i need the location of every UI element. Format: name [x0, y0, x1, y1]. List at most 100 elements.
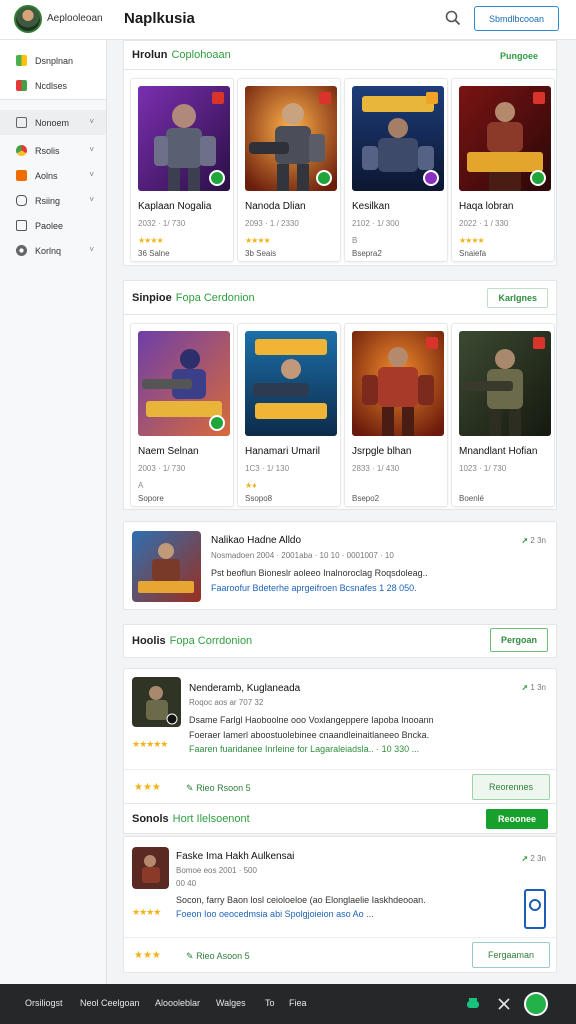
featured-game-item[interactable]: Faske Ima Hakh Aulkensai Bomoe eos 2001 … [123, 836, 557, 973]
featured-game-title: Faske Ima Hakh Aulkensai [176, 851, 295, 862]
game-footer: Bsepra2 [352, 249, 382, 258]
bottom-link[interactable]: Orsiliogst [25, 998, 63, 1008]
play-icon [209, 415, 225, 431]
featured-game-footer: ★★★ ✎ Rieo Rsoon 5 Reorennes [124, 769, 556, 807]
rating-stars: ★★★★ [138, 236, 164, 245]
game-meta: 2022 · 1 / 330 [459, 219, 509, 228]
section-more-button[interactable]: Pergoan [490, 628, 548, 652]
puzzle-icon [16, 80, 27, 91]
sidebar-item-rsiing[interactable]: Rsiing ˅ [0, 188, 106, 213]
badge-icon [212, 92, 224, 104]
game-grid: Kaplaan Nogalia 2032 · 1/ 730 ★★★★ 36 Sa… [123, 70, 557, 266]
game-meta: 1C3 · 1/ 130 [245, 464, 290, 473]
sidebar-item-korlnq[interactable]: Korlnq ˅ [0, 238, 106, 263]
section-title: Hoolis [132, 635, 166, 647]
refresh-icon[interactable] [524, 992, 548, 1016]
trend-value: 2 3n [530, 536, 546, 545]
game-grid: Naem Selnan 2003 · 1/ 730 A Sopore Hanam… [123, 314, 557, 510]
featured-game-link[interactable]: Faaren fuaridanee Inrleine for Lagaralei… [189, 744, 419, 754]
rating-stars: ★★★★★ [132, 739, 168, 749]
game-card[interactable]: Kaplaan Nogalia 2032 · 1/ 730 ★★★★ 36 Sa… [130, 78, 234, 262]
game-title: Haqa lobran [459, 201, 514, 212]
chevron-down-icon: ˅ [89, 245, 94, 254]
sidebar-item-rsolis[interactable]: Rsolis ˅ [0, 138, 106, 163]
game-card[interactable]: Haqa lobran 2022 · 1 / 330 ★★★★ Snaiefa [451, 78, 555, 262]
document-icon [16, 220, 27, 231]
game-meta: 2093 · 1 / 2330 [245, 219, 299, 228]
rating-stars: ★ ♦ [245, 481, 257, 490]
header-action-button[interactable]: Sbmdlbcooan [474, 6, 559, 31]
sidebar-item-nonoem[interactable]: Nonoem ˅ [0, 110, 106, 135]
footer-action-button[interactable]: Reorennes [472, 774, 550, 800]
bottom-bar: Orsiliogst Neol Ceelgoan Aloooleblar Wal… [0, 984, 576, 1024]
featured-game-thumbnail [132, 847, 169, 889]
sidebar-item-label: Nonoem [35, 117, 70, 128]
rating-stars: A [138, 481, 143, 490]
featured-game-item[interactable]: Nalikao Hadne Alldo Nosmadoen 2004 · 200… [123, 521, 557, 610]
section-more-button[interactable]: Pungoee [490, 46, 548, 66]
bottom-link[interactable]: To [265, 998, 275, 1008]
game-footer: Sopore [138, 494, 164, 503]
game-footer: Ssopo8 [245, 494, 273, 503]
trend-value: 1 3n [530, 683, 546, 692]
game-card[interactable]: Jsrpgle blhan 2833 · 1/ 430 Bsepo2 [344, 323, 448, 507]
footer-link[interactable]: ✎ Rieo Asoon 5 [186, 951, 250, 962]
featured-game-link[interactable]: Faaroofur Bdeterhe aprgeifroen Bcsnafes … [211, 583, 417, 593]
brand-title: Naplkusia [124, 10, 195, 27]
section-header: Sonols Hort Ilelsoenont Reoonee [123, 804, 557, 834]
game-card[interactable]: Nanoda Dlian 2093 · 1 / 2330 ★★★★ 3b Sea… [237, 78, 341, 262]
game-card[interactable]: Mnandlant Hofian 1023 · 1/ 730 Boenlé [451, 323, 555, 507]
game-card[interactable]: Naem Selnan 2003 · 1/ 730 A Sopore [130, 323, 234, 507]
sidebar-item-ncdlses[interactable]: Ncdlses [0, 73, 106, 98]
bottom-link[interactable]: Fiea [289, 998, 307, 1008]
badge-icon [533, 337, 545, 349]
featured-game-title: Nenderamb, Kuglaneada [189, 683, 301, 694]
game-footer: Boenlé [459, 494, 484, 503]
footer-link[interactable]: ✎ Rieo Rsoon 5 [186, 783, 251, 794]
section-header: Sinpioe Fopa Cerdonion Karlgnes [123, 280, 557, 314]
search-icon[interactable] [444, 9, 462, 27]
trend-indicator: ➚ 2 3n [521, 536, 546, 545]
sidebar: Dsnplnan Ncdlses Nonoem ˅ Rsolis ˅ Aolns… [0, 40, 107, 984]
footer-action-button[interactable]: Fergaaman [472, 942, 550, 968]
bottom-link[interactable]: Aloooleblar [155, 998, 200, 1008]
main-content: Hrolun Coplohoaan Pungoee Kaplaan Nogali… [123, 40, 557, 510]
featured-game-link[interactable]: Foeon Ioo oeocedmsia abi Spolgjoieion as… [176, 909, 374, 919]
share-icon[interactable] [497, 997, 511, 1011]
game-footer: 3b Seais [245, 249, 277, 258]
phone-icon [524, 889, 546, 929]
game-cover-image [352, 86, 444, 191]
chevron-down-icon: ˅ [89, 145, 94, 154]
disc-icon [16, 245, 27, 256]
sidebar-item-aolns[interactable]: Aolns ˅ [0, 163, 106, 188]
avatar[interactable] [14, 5, 42, 33]
rating-stars: ★★★★ [459, 236, 485, 245]
bottom-link[interactable]: Neol Ceelgoan [80, 998, 140, 1008]
section-more-button[interactable]: Reoonee [486, 809, 548, 829]
grid-icon [16, 55, 27, 66]
pencil-icon: ✎ [186, 783, 194, 793]
section-accent: Fopa Cerdonion [175, 291, 255, 304]
top-bar: Aeplooleoan Naplkusia Sbmdlbcooan [0, 0, 576, 40]
controller-icon[interactable] [466, 997, 480, 1011]
section-accent: Coplohoaan [171, 49, 231, 61]
trend-indicator: ➚ 1 3n [521, 683, 546, 692]
section-title: Hrolun [132, 49, 168, 61]
game-card[interactable]: Kesilkan 2102 · 1/ 300 B Bsepra2 [344, 78, 448, 262]
play-icon [209, 170, 225, 186]
footer-link-chevron: 5 [244, 951, 250, 961]
rating-stars: ★★★ [134, 950, 161, 961]
sidebar-item-paolee[interactable]: Paolee [0, 213, 106, 238]
sidebar-item-dsnplnan[interactable]: Dsnplnan [0, 48, 106, 73]
game-cover-image [138, 86, 230, 191]
game-meta: 2032 · 1/ 730 [138, 219, 186, 228]
section-more-button[interactable]: Karlgnes [487, 288, 548, 308]
sidebar-item-label: Korlnq [35, 245, 62, 256]
chevron-down-icon: ˅ [89, 170, 94, 179]
game-card[interactable]: Hanamari Umaril 1C3 · 1/ 130 ★ ♦ Ssopo8 [237, 323, 341, 507]
featured-game-description: Pst beoflun Bioneslr aoleeo Inalnoroclag… [211, 568, 428, 578]
game-meta: 1023 · 1/ 730 [459, 464, 507, 473]
featured-game-item[interactable]: Nenderamb, Kuglaneada Roqoc aos ar 707 3… [123, 668, 557, 804]
bottom-link[interactable]: Walges [216, 998, 246, 1008]
game-title: Mnandlant Hofian [459, 446, 538, 457]
